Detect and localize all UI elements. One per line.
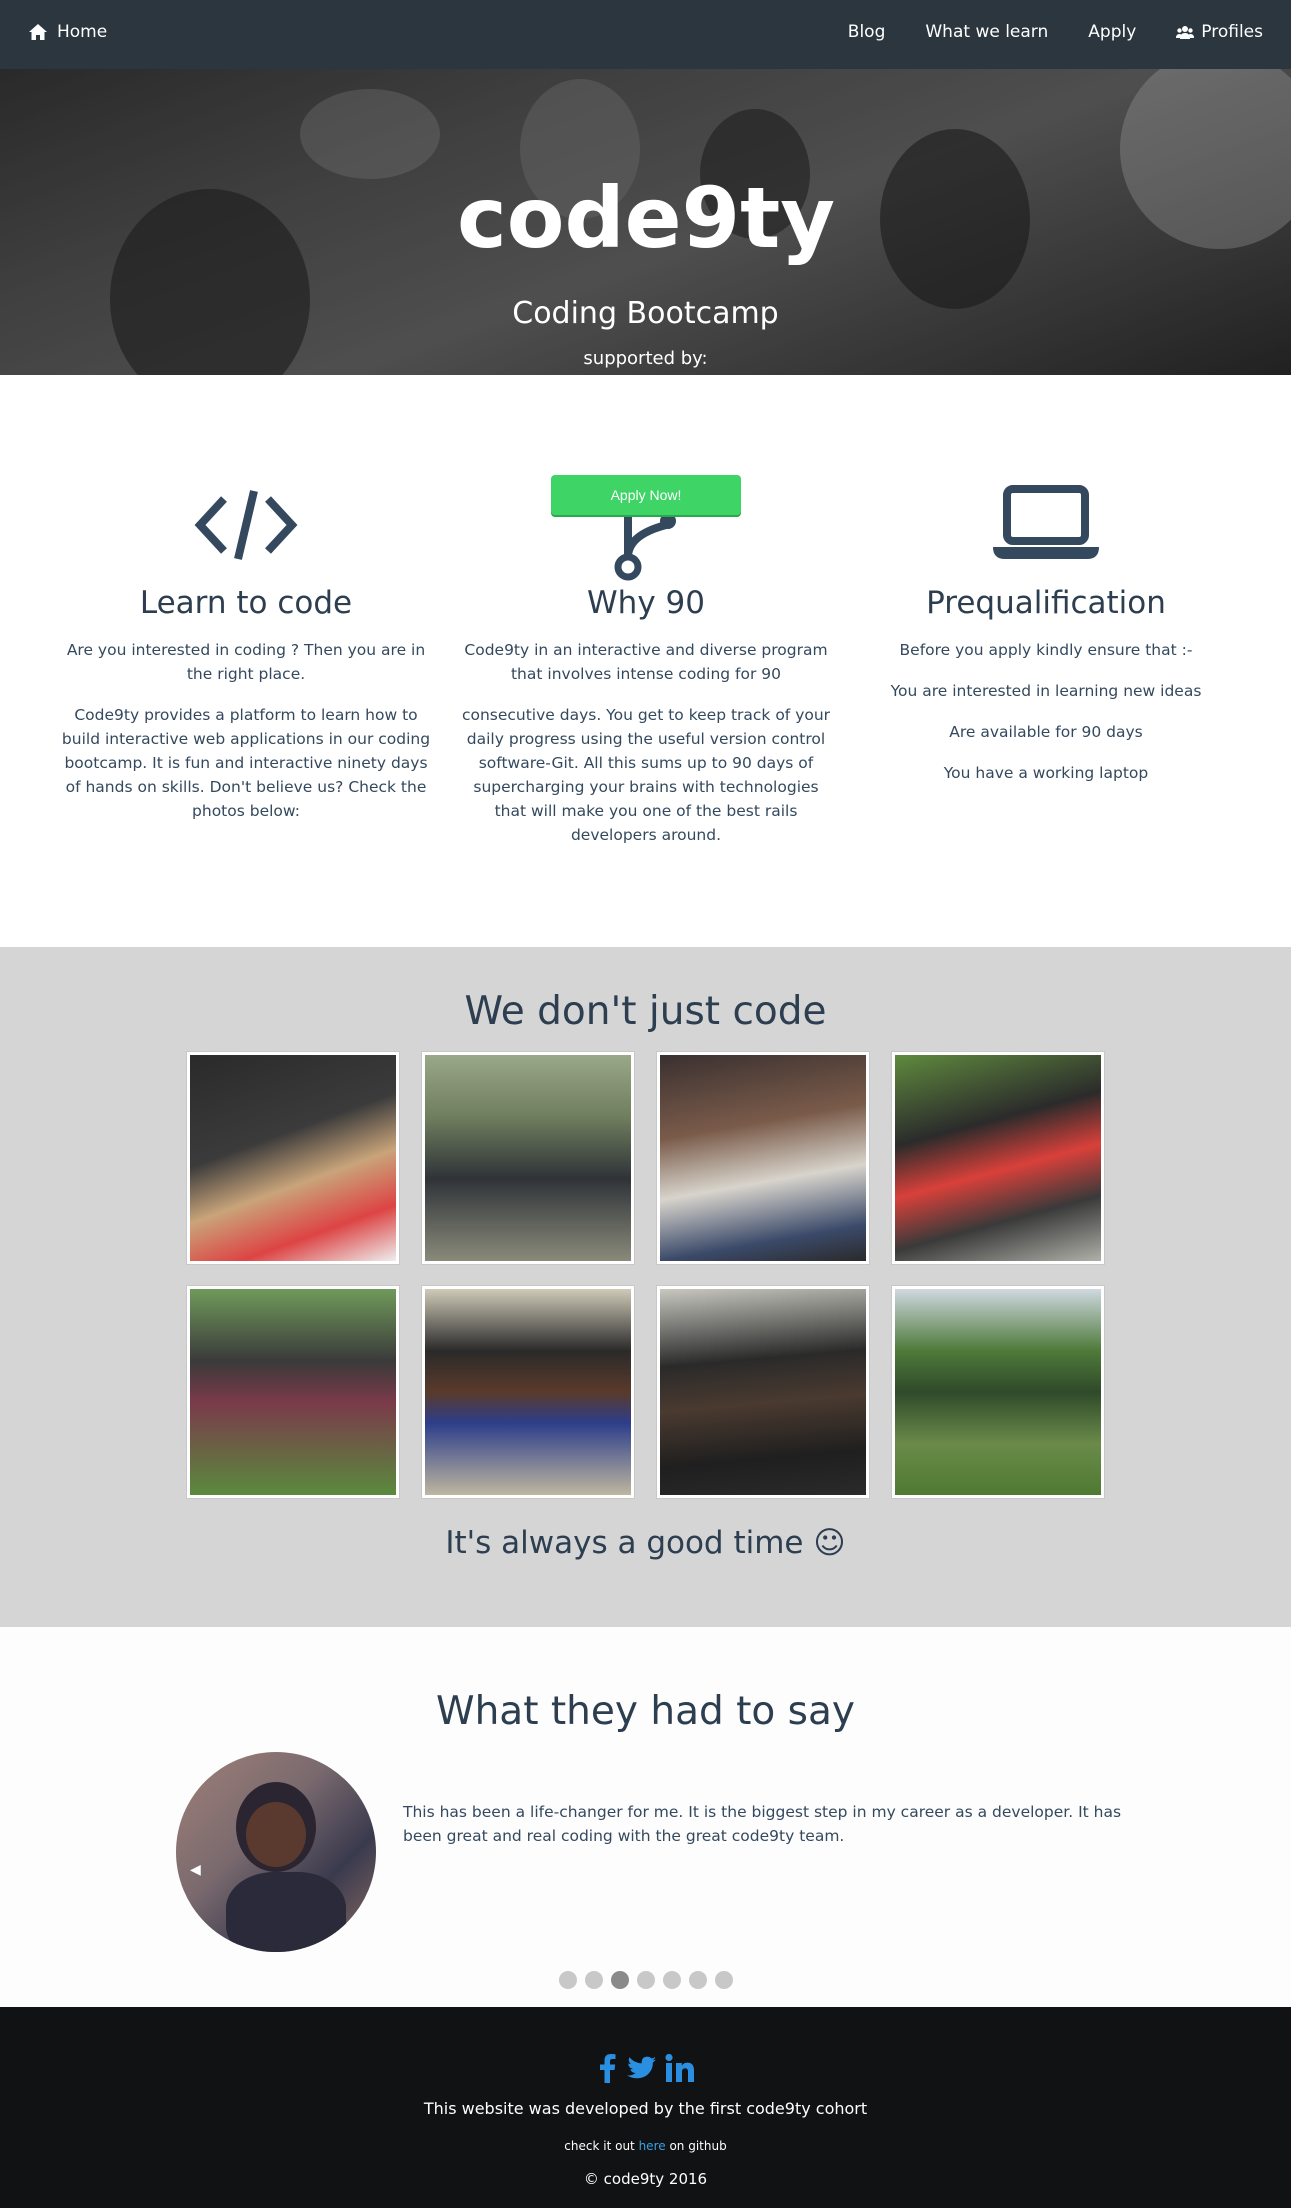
nav-link-what-we-learn[interactable]: What we learn (925, 22, 1048, 42)
nav-links: Blog What we learn Apply Profiles (808, 22, 1263, 42)
carousel-dot[interactable] (584, 1971, 603, 1989)
code-icon (194, 490, 298, 560)
footer: This website was developed by the first … (0, 2007, 1291, 2208)
feature-paragraph: Code9ty in an interactive and diverse pr… (464, 641, 828, 683)
feature-paragraph: Are available for 90 days (949, 723, 1143, 741)
users-icon (1176, 25, 1195, 39)
carousel-dot[interactable] (688, 1971, 707, 1989)
feature-title: Why 90 (587, 585, 705, 621)
laptop-icon (993, 485, 1099, 559)
gallery-photo-2[interactable] (421, 1051, 635, 1265)
testimonials-section: What they had to say ◀ This has been a l… (0, 1627, 1291, 2007)
carousel-dot[interactable] (610, 1971, 629, 1989)
nav-home-label: Home (57, 22, 108, 42)
home-icon (29, 24, 47, 40)
linkedin-icon[interactable] (664, 2053, 695, 2087)
apply-now-button[interactable]: Apply Now! (551, 475, 741, 515)
carousel-dot[interactable] (714, 1971, 733, 1989)
testimonial-quote: This has been a life-changer for me. It … (403, 1803, 1122, 1845)
navbar: Home Blog What we learn Apply Profiles (0, 0, 1291, 69)
footer-github-suffix: on github (669, 2139, 727, 2153)
feature-title: Prequalification (926, 585, 1166, 621)
footer-credit: This website was developed by the first … (423, 2099, 868, 2118)
carousel-dot[interactable] (636, 1971, 655, 1989)
logo-wrap: code9ty (0, 165, 1291, 265)
feature-paragraph: Code9ty provides a platform to learn how… (61, 706, 431, 820)
social-links (0, 2053, 1291, 2087)
gallery-photo-7[interactable] (656, 1285, 870, 1499)
gallery-photo-1[interactable] (186, 1051, 400, 1265)
feature-paragraph: consecutive days. You get to keep track … (461, 706, 831, 844)
github-link[interactable]: here (639, 2139, 666, 2153)
footer-github-prefix: check it out (564, 2139, 635, 2153)
gallery-photo-5[interactable] (186, 1285, 400, 1499)
nav-link-apply[interactable]: Apply (1088, 22, 1136, 42)
feature-paragraph: You are interested in learning new ideas (890, 682, 1202, 700)
feature-body: Code9ty in an interactive and diverse pr… (456, 638, 836, 864)
feature-title: Learn to code (139, 585, 353, 621)
hero-supported-by: supported by: (583, 348, 708, 369)
carousel-prev-arrow[interactable]: ◀ (190, 1862, 201, 1878)
footer-github-line: check it out here on github (0, 2139, 1291, 2153)
gallery-caption: It's always a good time ☺ (445, 1525, 846, 1561)
carousel-dots (0, 1971, 1291, 1989)
logo-text: code9ty (457, 169, 835, 265)
code9ty-logo: code9ty (457, 169, 835, 265)
carousel-dot[interactable] (558, 1971, 577, 1989)
gallery-photo-6[interactable] (421, 1285, 635, 1499)
feature-paragraph: Before you apply kindly ensure that :- (899, 641, 1193, 659)
feature-body: Are you interested in coding ? Then you … (56, 638, 436, 840)
gallery-photo-3[interactable] (656, 1051, 870, 1265)
features-section: Learn to code Are you interested in codi… (0, 375, 1291, 947)
nav-link-profiles[interactable]: Profiles (1176, 22, 1263, 42)
feature-paragraph: You have a working laptop (943, 764, 1149, 782)
gallery-photo-8[interactable] (891, 1285, 1105, 1499)
feature-body: Before you apply kindly ensure that :- Y… (856, 638, 1236, 802)
nav-link-blog[interactable]: Blog (848, 22, 886, 42)
testimonial-avatar (176, 1752, 376, 1952)
gallery-photo-4[interactable] (891, 1051, 1105, 1265)
facebook-icon[interactable] (597, 2053, 617, 2087)
nav-profiles-label: Profiles (1201, 22, 1263, 42)
twitter-icon[interactable] (625, 2053, 657, 2087)
feature-paragraph: Are you interested in coding ? Then you … (66, 641, 426, 683)
carousel-dot[interactable] (662, 1971, 681, 1989)
testimonials-title: What they had to say (436, 1689, 855, 1734)
hero-subtitle: Coding Bootcamp (512, 296, 779, 331)
gallery-section: We don't just code It's always a good ti… (0, 947, 1291, 1627)
footer-copyright: © code9ty 2016 (583, 2170, 708, 2188)
nav-home-link[interactable]: Home (28, 22, 107, 42)
gallery-title: We don't just code (464, 989, 827, 1034)
